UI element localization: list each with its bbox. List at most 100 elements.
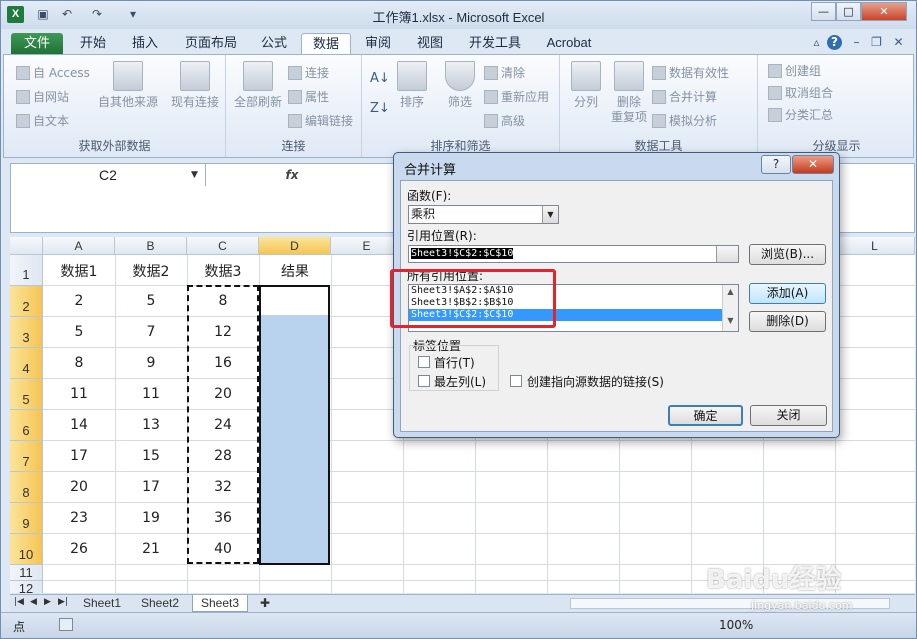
table-cell[interactable]: 32 xyxy=(187,479,259,495)
select-all-corner[interactable] xyxy=(10,237,43,255)
data-validation-button[interactable]: 数据有效性 xyxy=(652,65,729,81)
table-cell[interactable]: 40 xyxy=(187,541,259,557)
close-button[interactable]: ✕ xyxy=(861,2,907,21)
table-cell[interactable]: 17 xyxy=(43,448,115,464)
doc-minimize-icon[interactable]: – xyxy=(849,35,864,50)
browse-button[interactable]: 浏览(B)... xyxy=(749,244,826,265)
advanced-button[interactable]: 高级 xyxy=(484,113,525,129)
header-cell[interactable]: 数据3 xyxy=(187,261,259,281)
row-header-10[interactable]: 10 xyxy=(10,534,43,565)
table-cell[interactable]: 7 xyxy=(115,324,187,340)
table-cell[interactable]: 16 xyxy=(187,355,259,371)
col-header-d[interactable]: D xyxy=(259,237,331,255)
selected-range[interactable] xyxy=(259,285,330,565)
remove-duplicates-button[interactable]: 删除 重复项 xyxy=(608,61,650,125)
sort-ascending-icon[interactable]: A↓ xyxy=(370,71,390,87)
delete-button[interactable]: 删除(D) xyxy=(749,311,826,332)
sheet-tab-3[interactable]: Sheet3 xyxy=(192,595,248,612)
table-cell[interactable]: 20 xyxy=(43,479,115,495)
add-button[interactable]: 添加(A) xyxy=(749,283,826,304)
row-header-8[interactable]: 8 xyxy=(10,472,43,503)
next-sheet-icon[interactable]: ▶ xyxy=(44,597,51,607)
tab-insert[interactable]: 插入 xyxy=(121,33,169,55)
properties-button[interactable]: 属性 xyxy=(288,89,329,105)
left-column-checkbox[interactable] xyxy=(418,375,430,387)
table-cell[interactable]: 26 xyxy=(43,541,115,557)
dialog-help-button[interactable]: ? xyxy=(761,155,791,174)
header-cell[interactable]: 数据2 xyxy=(115,261,187,281)
table-cell[interactable]: 23 xyxy=(43,510,115,526)
group-button[interactable]: 创建组 xyxy=(768,63,821,79)
insert-sheet-icon[interactable]: ✚ xyxy=(254,595,276,612)
minimize-button[interactable]: — xyxy=(811,2,836,21)
row-header-1[interactable]: 1 xyxy=(10,255,43,286)
tab-developer[interactable]: 开发工具 xyxy=(459,33,531,55)
table-cell[interactable]: 8 xyxy=(187,293,259,309)
what-if-button[interactable]: 模拟分析 xyxy=(652,113,717,129)
top-row-checkbox[interactable] xyxy=(418,356,430,368)
ok-button[interactable]: 确定 xyxy=(668,405,743,426)
row-header-2[interactable]: 2 xyxy=(10,286,43,317)
dialog-close-button[interactable]: ✕ xyxy=(792,155,834,174)
col-header-b[interactable]: B xyxy=(115,237,187,255)
col-header-a[interactable]: A xyxy=(43,237,115,255)
edit-links-button[interactable]: 编辑链接 xyxy=(288,113,353,129)
reapply-button[interactable]: 重新应用 xyxy=(484,89,549,105)
tab-acrobat[interactable]: Acrobat xyxy=(537,33,601,55)
sort-button[interactable]: 排序 xyxy=(392,61,432,110)
row-header-4[interactable]: 4 xyxy=(10,348,43,379)
clear-button[interactable]: 清除 xyxy=(484,65,525,81)
row-header-6[interactable]: 6 xyxy=(10,410,43,441)
scroll-up-icon[interactable]: ▲ xyxy=(723,287,738,296)
chevron-down-icon[interactable]: ▼ xyxy=(542,206,558,223)
collapse-dialog-icon[interactable] xyxy=(716,246,738,262)
col-header-c[interactable]: C xyxy=(187,237,259,255)
row-header-7[interactable]: 7 xyxy=(10,441,43,472)
subtotal-button[interactable]: 分类汇总 xyxy=(768,107,833,123)
from-web-button[interactable]: 自网站 xyxy=(16,89,69,105)
row-header-5[interactable]: 5 xyxy=(10,379,43,410)
macro-record-icon[interactable] xyxy=(59,618,73,631)
last-sheet-icon[interactable]: ▶| xyxy=(58,597,68,607)
function-select[interactable]: 乘积 ▼ xyxy=(408,205,559,224)
tab-data[interactable]: 数据 xyxy=(301,33,351,55)
table-cell[interactable]: 20 xyxy=(187,386,259,402)
header-cell[interactable]: 结果 xyxy=(259,261,331,281)
active-cell[interactable] xyxy=(261,287,328,315)
table-cell[interactable]: 9 xyxy=(115,355,187,371)
list-scrollbar[interactable]: ▲ ▼ xyxy=(722,285,738,331)
insert-function-icon[interactable]: fx xyxy=(281,164,303,186)
prev-sheet-icon[interactable]: ◀ xyxy=(30,597,37,607)
table-cell[interactable]: 13 xyxy=(115,417,187,433)
first-sheet-icon[interactable]: |◀ xyxy=(14,597,24,607)
tab-view[interactable]: 视图 xyxy=(407,33,453,55)
name-box-dropdown-icon[interactable]: ▼ xyxy=(191,164,198,186)
table-cell[interactable]: 12 xyxy=(187,324,259,340)
table-cell[interactable]: 36 xyxy=(187,510,259,526)
ribbon-collapse-icon[interactable]: ▵ xyxy=(809,35,824,50)
refresh-all-button[interactable]: 全部刷新 xyxy=(230,61,286,110)
table-cell[interactable]: 24 xyxy=(187,417,259,433)
text-to-columns-button[interactable]: 分列 xyxy=(566,61,606,110)
maximize-button[interactable]: □ xyxy=(836,2,861,21)
table-cell[interactable]: 14 xyxy=(43,417,115,433)
tab-file[interactable]: 文件 xyxy=(11,33,63,55)
doc-close-icon[interactable]: ✕ xyxy=(891,35,906,50)
tab-formulas[interactable]: 公式 xyxy=(251,33,297,55)
table-cell[interactable]: 21 xyxy=(115,541,187,557)
name-box[interactable]: C2 xyxy=(11,164,206,186)
consolidate-button[interactable]: 合并计算 xyxy=(652,89,717,105)
row-header-3[interactable]: 3 xyxy=(10,317,43,348)
doc-restore-icon[interactable]: ❐ xyxy=(869,35,884,50)
scroll-down-icon[interactable]: ▼ xyxy=(723,316,738,325)
table-cell[interactable]: 19 xyxy=(115,510,187,526)
row-header-11[interactable]: 11 xyxy=(10,565,43,581)
from-text-button[interactable]: 自文本 xyxy=(16,113,69,129)
sort-descending-icon[interactable]: Z↓ xyxy=(370,101,390,117)
table-cell[interactable]: 8 xyxy=(43,355,115,371)
table-cell[interactable]: 15 xyxy=(115,448,187,464)
close-dialog-button[interactable]: 关闭 xyxy=(750,405,827,426)
link-source-checkbox[interactable] xyxy=(510,375,522,387)
existing-connections-button[interactable]: 现有连接 xyxy=(166,61,224,110)
table-cell[interactable]: 11 xyxy=(115,386,187,402)
